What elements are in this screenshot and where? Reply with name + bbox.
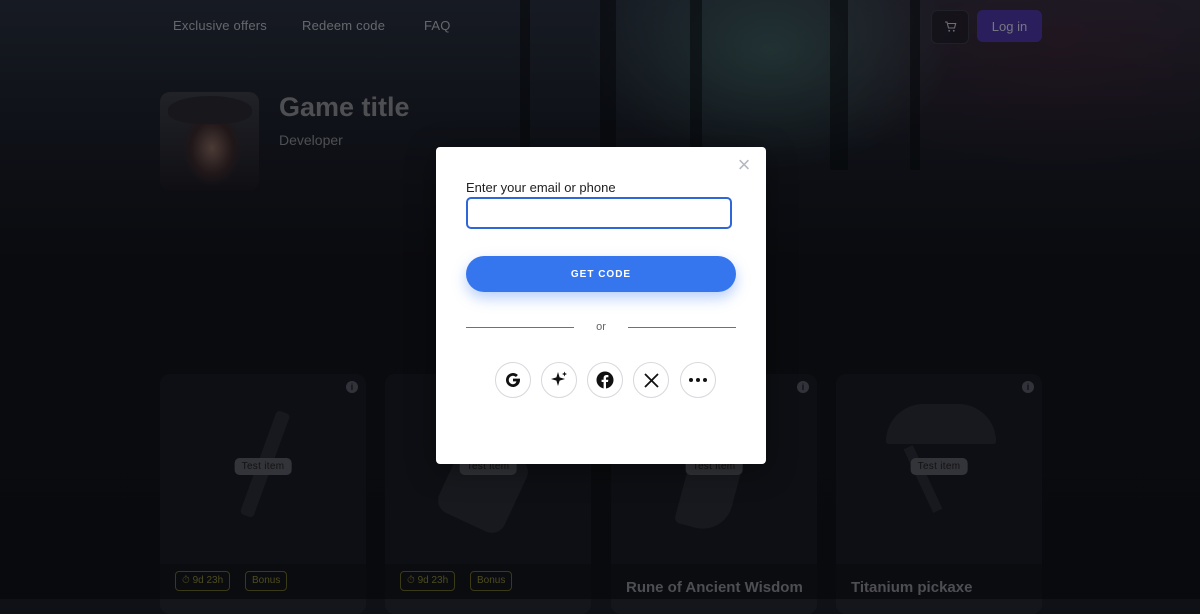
- sparkle-login-button[interactable]: [541, 362, 577, 398]
- divider-right: [628, 327, 736, 328]
- more-options-button[interactable]: [680, 362, 716, 398]
- close-icon[interactable]: ×: [736, 154, 752, 176]
- email-field[interactable]: [466, 197, 732, 229]
- email-field-label: Enter your email or phone: [466, 180, 616, 195]
- login-modal: × Enter your email or phone GET CODE or: [436, 147, 766, 464]
- get-code-button[interactable]: GET CODE: [466, 256, 736, 292]
- facebook-login-button[interactable]: [587, 362, 623, 398]
- x-login-button[interactable]: [633, 362, 669, 398]
- more-icon: [689, 378, 707, 382]
- facebook-icon: [596, 371, 614, 389]
- sparkle-icon: [551, 371, 567, 386]
- google-login-button[interactable]: [495, 362, 531, 398]
- google-icon: [506, 372, 520, 387]
- x-icon: [643, 372, 659, 388]
